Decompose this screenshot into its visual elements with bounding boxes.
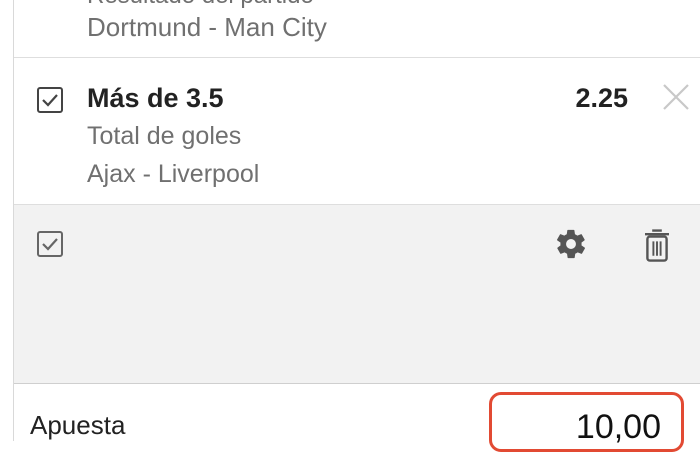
previous-bet-market: Resultado del partido [87,0,314,10]
trash-icon[interactable] [642,227,672,263]
check-icon [42,238,58,251]
bet-selection: Más de 3.5 [87,83,224,113]
betslip-toolbar [14,205,700,383]
bet-market: Total de goles [87,122,242,150]
bet-odds: 2.25 [575,83,628,113]
stake-input[interactable] [489,392,684,452]
gear-icon[interactable] [554,227,588,261]
check-icon [42,94,58,107]
stake-label: Apuesta [30,410,126,440]
select-all-checkbox[interactable] [37,231,63,257]
bet-match: Ajax - Liverpool [87,160,260,188]
previous-bet-match: Dortmund - Man City [87,12,327,42]
close-icon[interactable] [661,82,691,112]
betslip-panel: Resultado del partido Dortmund - Man Cit… [13,0,700,452]
stake-row: Apuesta [14,384,700,452]
bet-checkbox[interactable] [37,87,63,113]
bet-item: Más de 3.5 Total de goles Ajax - Liverpo… [14,58,700,204]
